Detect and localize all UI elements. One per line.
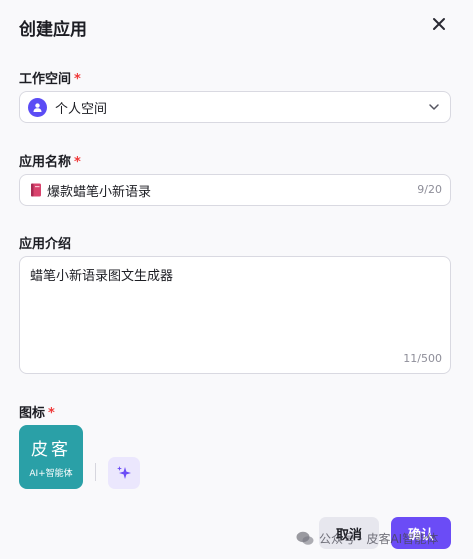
user-avatar-icon [28, 97, 47, 117]
app-name-label-text: 应用名称 [19, 155, 72, 170]
app-name-value: 爆款蜡笔小新语录 [47, 184, 152, 200]
app-icon-tile-subtitle: AI+智能体 [29, 469, 73, 479]
create-app-dialog: 创建应用 工作空间 * 个人空间 应用名称 * 爆款蜡笔小新语录 9/20 应用… [0, 0, 473, 559]
app-intro-label: 应用介绍 [19, 233, 71, 252]
chevron-down-icon [429, 104, 439, 110]
close-icon [433, 18, 445, 30]
required-mark: * [48, 406, 55, 421]
workspace-select[interactable]: 个人空间 [19, 91, 451, 123]
sparkle-icon [117, 466, 131, 479]
close-button[interactable] [427, 12, 451, 36]
icon-label-text: 图标 [19, 406, 46, 421]
workspace-label: 工作空间 * [19, 68, 81, 87]
wechat-icon [296, 531, 314, 545]
app-icon-tile-title: 皮客 [31, 440, 71, 460]
app-intro-value: 蜡笔小新语录图文生成器 [30, 269, 174, 284]
icon-label: 图标 * [19, 402, 55, 421]
watermark-text: 公众号 · 皮客AI智能体 [319, 532, 439, 546]
required-mark: * [74, 72, 81, 87]
required-mark: * [74, 155, 81, 170]
app-name-label: 应用名称 * [19, 151, 81, 170]
app-intro-textarea[interactable]: 蜡笔小新语录图文生成器 11/500 [19, 256, 451, 374]
dialog-title: 创建应用 [19, 20, 87, 40]
workspace-label-text: 工作空间 [19, 72, 72, 87]
app-intro-counter: 11/500 [403, 352, 442, 365]
divider [95, 463, 96, 481]
app-name-counter: 9/20 [417, 183, 442, 196]
app-icon-tile[interactable]: 皮客 AI+智能体 [19, 425, 83, 489]
app-intro-label-text: 应用介绍 [19, 237, 72, 252]
app-name-input[interactable]: 爆款蜡笔小新语录 9/20 [19, 174, 451, 206]
ai-generate-icon-button[interactable] [108, 457, 140, 489]
book-icon [31, 183, 41, 197]
watermark: 公众号 · 皮客AI智能体 [296, 530, 438, 547]
workspace-value: 个人空间 [55, 101, 108, 117]
